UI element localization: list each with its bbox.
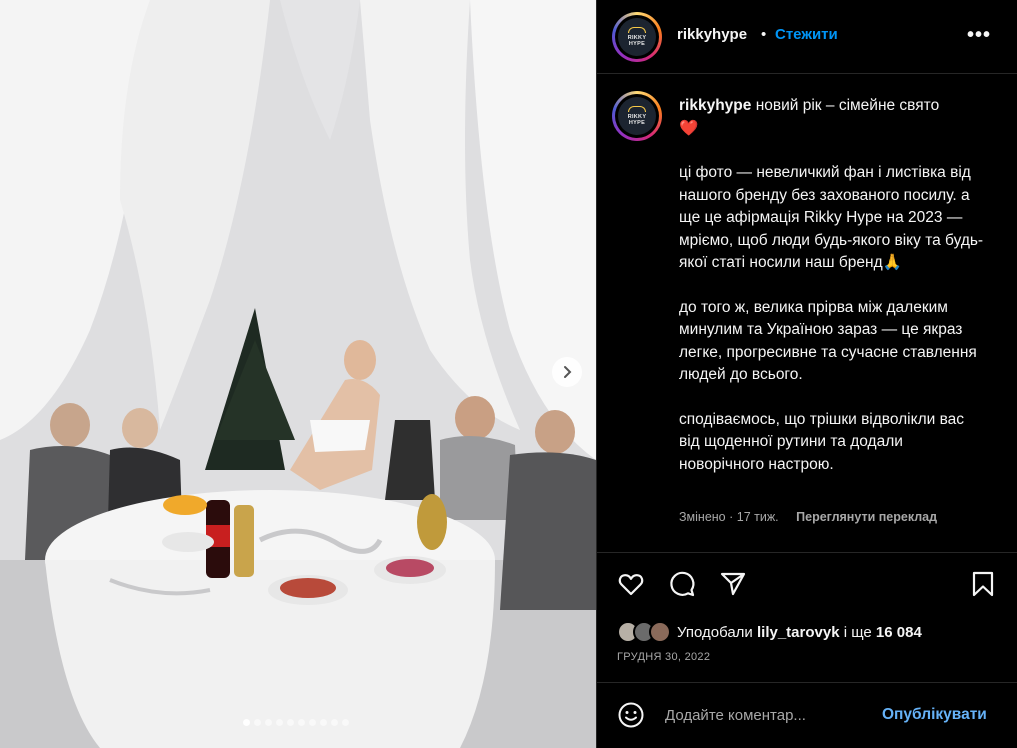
likes-row[interactable]: Уподобали lily_tarovyk і ще 16 084 — [617, 621, 922, 643]
caption-username[interactable]: rikkyhype — [679, 97, 751, 114]
comment-bar: Опублікувати — [597, 682, 1017, 748]
post-actions: Уподобали lily_tarovyk і ще 16 084 ГРУДН… — [597, 552, 1017, 682]
comment-bubble-icon[interactable] — [668, 570, 696, 598]
emoji-icon[interactable] — [617, 701, 645, 729]
carousel-dot — [309, 719, 316, 726]
likes-text: Уподобали lily_tarovyk і ще 16 084 — [677, 624, 922, 641]
post-photo[interactable] — [0, 0, 596, 748]
follow-button[interactable]: Стежити — [775, 26, 838, 43]
edited-timestamp: Змінено · 17 тиж. — [679, 510, 779, 524]
chevron-right-icon — [564, 366, 572, 378]
heart-outline-icon[interactable] — [617, 570, 645, 598]
post-date: ГРУДНЯ 30, 2022 — [617, 651, 711, 663]
caption-line1: новий рік – сімейне свято — [755, 97, 940, 114]
liker-avatar — [649, 621, 671, 643]
carousel-dot — [342, 719, 349, 726]
likes-middle: і ще — [839, 623, 876, 641]
header-separator: • — [761, 26, 767, 43]
carousel-dot — [287, 719, 294, 726]
caption-meta: Змінено · 17 тиж. Переглянути переклад — [679, 510, 937, 524]
liker-username[interactable]: lily_tarovyk — [757, 624, 840, 641]
likes-prefix: Уподобали — [677, 623, 757, 641]
logo-text-line2: HYPE — [628, 120, 646, 126]
carousel-dot — [265, 719, 272, 726]
caption-avatar[interactable]: RIKKY HYPE — [612, 91, 662, 141]
author-avatar[interactable]: RIKKY HYPE — [612, 12, 662, 62]
brand-logo-icon: RIKKY HYPE — [618, 97, 656, 135]
logo-text-line2: HYPE — [628, 41, 646, 47]
instagram-post-modal: RIKKY HYPE rikkyhype • Стежити ••• RIKKY… — [0, 0, 1017, 748]
carousel-dot — [243, 719, 250, 726]
carousel-dot — [320, 719, 327, 726]
caption-paragraph-2: до того ж, велика прірва між далеким мин… — [679, 298, 977, 384]
paper-plane-icon[interactable] — [719, 570, 747, 598]
carousel-dot — [331, 719, 338, 726]
caption-paragraph-3: сподіваємось, що трішки відволікли вас в… — [679, 410, 965, 473]
caption-area: RIKKY HYPE rikkyhype новий рік – сімейне… — [597, 75, 1017, 555]
post-side-panel: RIKKY HYPE rikkyhype • Стежити ••• RIKKY… — [597, 0, 1017, 748]
carousel-dot — [254, 719, 261, 726]
author-username[interactable]: rikkyhype — [677, 26, 747, 43]
brand-logo-icon: RIKKY HYPE — [618, 18, 656, 56]
caption-text: rikkyhype новий рік – сімейне свято ❤️ ц… — [679, 95, 989, 476]
comment-input[interactable] — [665, 701, 865, 729]
heart-emoji: ❤️ — [679, 119, 699, 137]
post-header: RIKKY HYPE rikkyhype • Стежити ••• — [597, 0, 1017, 74]
carousel-dot — [298, 719, 305, 726]
see-translation-link[interactable]: Переглянути переклад — [796, 510, 937, 524]
carousel-dot — [276, 719, 283, 726]
publish-button[interactable]: Опублікувати — [882, 706, 987, 724]
photo-illustration — [0, 0, 596, 748]
bookmark-icon[interactable] — [969, 570, 997, 598]
caption-paragraph-1: ці фото — невеличкий фан і листівка від … — [679, 164, 984, 271]
next-photo-button[interactable] — [552, 357, 582, 387]
likes-count[interactable]: 16 084 — [876, 624, 922, 641]
carousel-dots — [243, 719, 349, 726]
more-options-button[interactable]: ••• — [967, 24, 991, 47]
